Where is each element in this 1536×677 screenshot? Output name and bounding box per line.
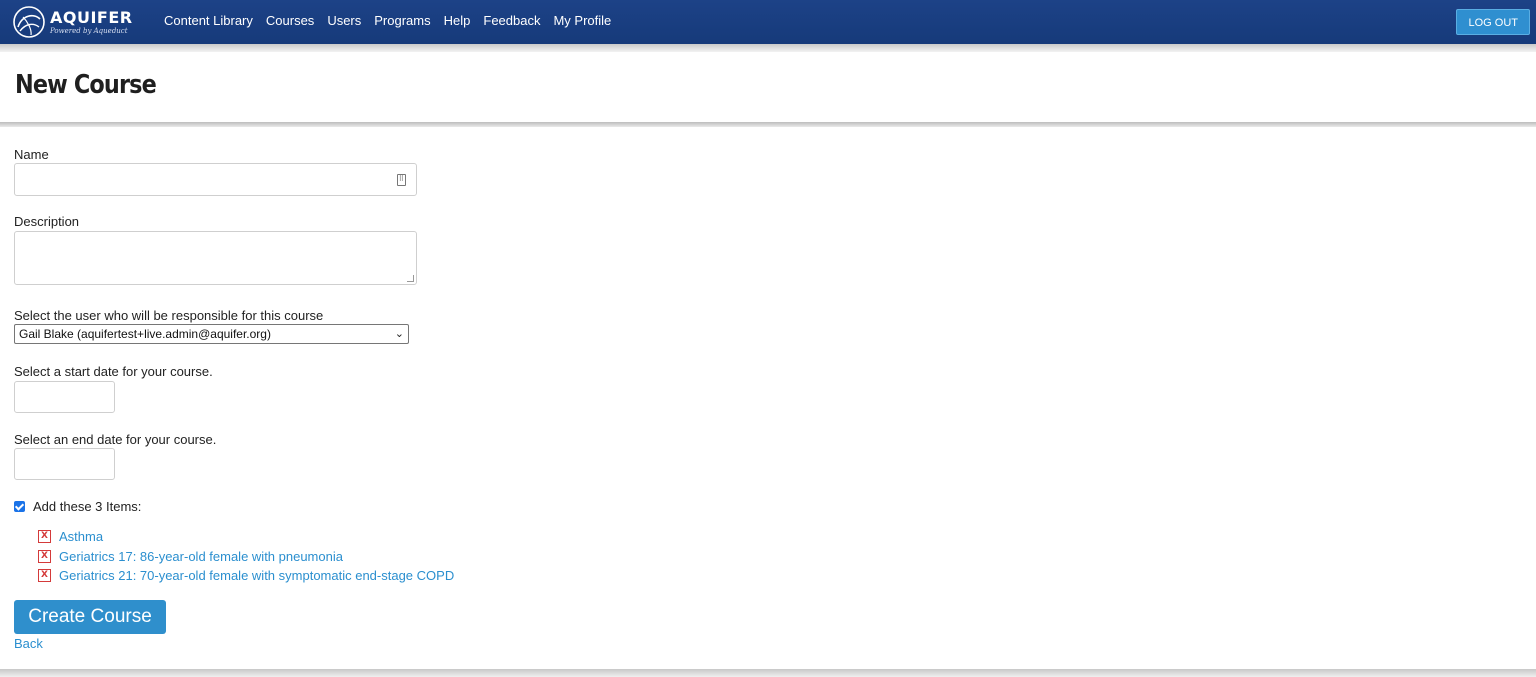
name-label: Name xyxy=(14,147,49,162)
footer-divider xyxy=(0,669,1536,677)
list-item: X Asthma xyxy=(38,527,454,547)
aquifer-logo[interactable]: AQUIFER Powered by Aqueduct xyxy=(12,5,152,39)
item-link[interactable]: Asthma xyxy=(59,529,103,544)
name-field[interactable]: ⠿ xyxy=(14,163,417,196)
nav-content-library[interactable]: Content Library xyxy=(164,13,253,28)
item-link[interactable]: Geriatrics 21: 70-year-old female with s… xyxy=(59,568,454,583)
remove-x-icon[interactable]: X xyxy=(38,569,51,583)
description-textarea[interactable] xyxy=(14,231,417,285)
remove-x-icon[interactable]: X xyxy=(38,549,51,563)
owner-selected-value: Gail Blake (aquifertest+live.admin@aquif… xyxy=(19,327,271,341)
title-divider xyxy=(0,122,1536,127)
back-link[interactable]: Back xyxy=(14,636,43,651)
main-nav: Content Library Courses Users Programs H… xyxy=(164,13,624,28)
list-item: X Geriatrics 17: 86-year-old female with… xyxy=(38,547,454,567)
keyboard-icon[interactable]: ⠿ xyxy=(397,174,406,186)
end-date-field[interactable] xyxy=(14,448,115,480)
nav-programs[interactable]: Programs xyxy=(374,13,430,28)
nav-courses[interactable]: Courses xyxy=(266,13,314,28)
item-link[interactable]: Geriatrics 17: 86-year-old female with p… xyxy=(59,549,343,564)
create-course-button[interactable]: Create Course xyxy=(14,600,166,634)
add-items-row: Add these 3 Items: xyxy=(14,499,141,514)
top-navigation-bar: AQUIFER Powered by Aqueduct Content Libr… xyxy=(0,0,1536,44)
add-items-checkbox[interactable] xyxy=(14,501,25,512)
start-date-label: Select a start date for your course. xyxy=(14,364,213,379)
owner-select[interactable]: Gail Blake (aquifertest+live.admin@aquif… xyxy=(14,324,409,344)
page-title: New Course xyxy=(15,70,157,100)
aquifer-swirl-icon xyxy=(13,6,45,38)
start-date-field[interactable] xyxy=(14,381,115,413)
nav-feedback[interactable]: Feedback xyxy=(483,13,540,28)
logout-button[interactable]: LOG OUT xyxy=(1456,9,1530,35)
owner-label: Select the user who will be responsible … xyxy=(14,308,324,323)
logo-text: AQUIFER xyxy=(50,7,133,27)
remove-x-icon[interactable]: X xyxy=(38,530,51,544)
logo-tagline: Powered by Aqueduct xyxy=(50,26,128,35)
nav-users[interactable]: Users xyxy=(327,13,361,28)
header-divider xyxy=(0,44,1536,52)
description-label: Description xyxy=(14,214,80,229)
resize-handle-icon[interactable] xyxy=(407,275,414,282)
end-date-label: Select an end date for your course. xyxy=(14,432,217,447)
nav-my-profile[interactable]: My Profile xyxy=(553,13,611,28)
add-items-label: Add these 3 Items: xyxy=(33,499,142,514)
list-item: X Geriatrics 21: 70-year-old female with… xyxy=(38,566,454,586)
item-list: X Asthma X Geriatrics 17: 86-year-old fe… xyxy=(38,527,454,586)
nav-help[interactable]: Help xyxy=(444,13,471,28)
chevron-down-icon: ⌄ xyxy=(394,328,404,340)
